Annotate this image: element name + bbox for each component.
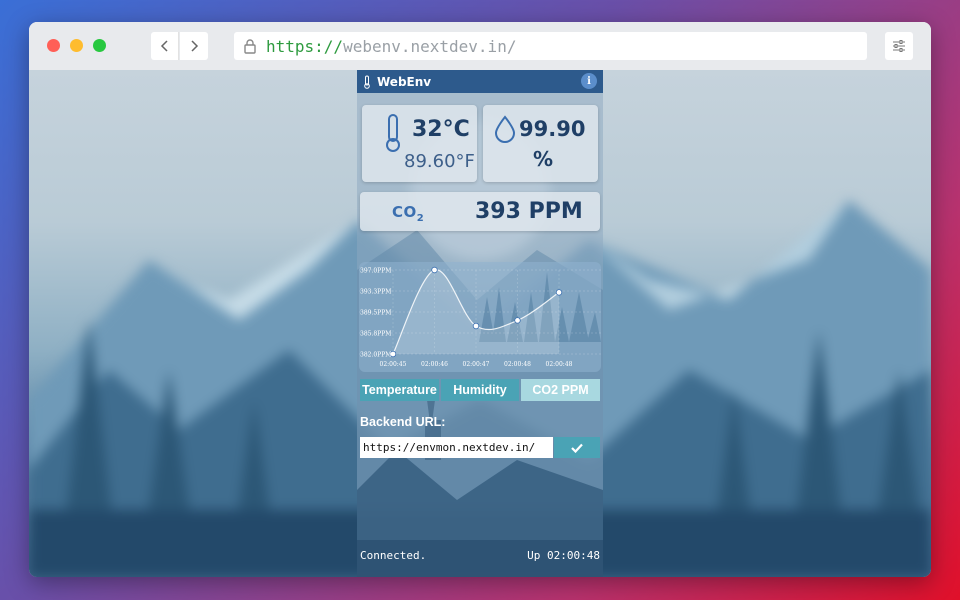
forward-button[interactable] xyxy=(180,32,208,60)
page-viewport: WebEnv i 32°C 89.60°F 99.90 % CO2 393 PP… xyxy=(29,70,931,577)
thermometer-icon xyxy=(364,75,370,89)
temperature-card: 32°C 89.60°F xyxy=(362,105,477,182)
chevron-left-icon xyxy=(160,40,168,52)
chart-data-point[interactable] xyxy=(514,317,521,324)
url-host: webenv.nextdev.in/ xyxy=(343,36,517,56)
co2-label-text: CO xyxy=(392,203,417,221)
address-bar[interactable]: https://webenv.nextdev.in/ xyxy=(234,32,867,60)
app-header: WebEnv i xyxy=(357,70,603,93)
water-drop-icon xyxy=(494,115,516,143)
browser-titlebar: https://webenv.nextdev.in/ xyxy=(29,22,931,70)
co2-label: CO2 xyxy=(392,203,424,224)
chart-data-point[interactable] xyxy=(431,266,438,274)
chart-y-tick-label: 385.8PPM xyxy=(360,331,391,338)
chart-y-tick-label: 382.0PPM xyxy=(360,352,391,359)
settings-button[interactable] xyxy=(885,32,913,60)
webenv-app: WebEnv i 32°C 89.60°F 99.90 % CO2 393 PP… xyxy=(357,70,603,577)
close-window-button[interactable] xyxy=(47,39,60,52)
chevron-right-icon xyxy=(191,40,199,52)
chart-x-tick-label: 02:00:48 xyxy=(546,361,573,368)
co2-label-subscript: 2 xyxy=(416,213,425,224)
humidity-card: 99.90 % xyxy=(483,105,598,182)
connection-status: Connected. xyxy=(360,549,427,562)
chart-y-tick-label: 389.5PPM xyxy=(360,310,391,317)
chart-y-tick-label: 393.3PPM xyxy=(360,289,391,296)
thermometer-icon xyxy=(386,114,400,152)
humidity-unit: % xyxy=(533,147,554,171)
app-title: WebEnv xyxy=(377,74,432,89)
info-button[interactable]: i xyxy=(581,73,597,89)
maximize-window-button[interactable] xyxy=(93,39,106,52)
uptime-status: Up 02:00:48 xyxy=(527,549,600,562)
chart-x-tick-label: 02:00:47 xyxy=(463,361,490,368)
temperature-celsius: 32°C xyxy=(412,117,470,142)
backend-url-input[interactable] xyxy=(360,437,553,458)
backend-url-label: Backend URL: xyxy=(360,415,446,429)
minimize-window-button[interactable] xyxy=(70,39,83,52)
chart-x-tick-label: 02:00:48 xyxy=(504,361,531,368)
co2-value: 393 PPM xyxy=(475,199,583,224)
url-scheme: https:// xyxy=(266,36,344,56)
chart-x-tick-label: 02:00:45 xyxy=(380,361,407,368)
lock-icon xyxy=(244,39,256,54)
chart-data-point[interactable] xyxy=(472,322,480,330)
checkmark-icon xyxy=(571,443,583,453)
sliders-icon xyxy=(893,40,905,52)
browser-window: https://webenv.nextdev.in/ WebEnv i 32°C… xyxy=(29,22,931,577)
chart-data-point[interactable] xyxy=(555,289,563,296)
tab-humidity[interactable]: Humidity xyxy=(441,379,519,401)
tab-temperature[interactable]: Temperature xyxy=(360,379,439,401)
temperature-fahrenheit: 89.60°F xyxy=(404,151,475,172)
submit-button[interactable] xyxy=(554,437,600,458)
humidity-value: 99.90 xyxy=(519,117,586,141)
tab-co2[interactable]: CO2 PPM xyxy=(521,379,600,401)
chart-y-tick-label: 397.0PPM xyxy=(360,268,391,275)
chart-svg: 397.0PPM 393.3PPM 389.5PPM 385.8PPM 382.0PPM… xyxy=(359,262,601,372)
back-button[interactable] xyxy=(151,32,179,60)
chart-tabs: Temperature Humidity CO2 PPM xyxy=(360,379,600,401)
co2-card: CO2 393 PPM xyxy=(360,192,600,231)
co2-chart: 397.0PPM 393.3PPM 389.5PPM 385.8PPM 382.0PPM… xyxy=(359,262,601,372)
chart-x-tick-label: 02:00:46 xyxy=(421,361,448,368)
